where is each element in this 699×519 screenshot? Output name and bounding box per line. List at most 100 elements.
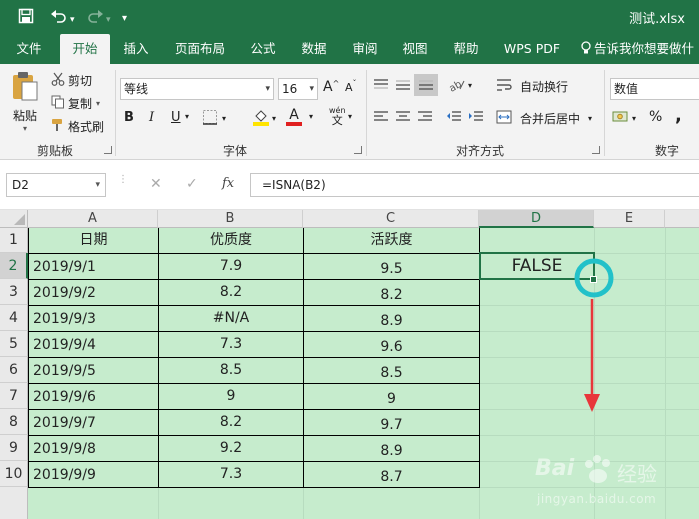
align-bottom-button[interactable] [414, 74, 438, 96]
alignment-launcher-icon[interactable] [592, 146, 600, 154]
redo-icon[interactable] [86, 8, 104, 28]
cancel-icon[interactable]: ✕ [150, 176, 162, 192]
cell-b4[interactable]: #N/A [159, 306, 303, 331]
merge-center-button[interactable]: 合并后居中 ▾ [496, 110, 592, 127]
cell-b8[interactable]: 8.2 [159, 410, 303, 435]
cut-button[interactable]: 剪切 [50, 72, 92, 89]
insert-function-icon[interactable]: fx [222, 176, 234, 191]
font-size-combo[interactable]: 16 ▾ [278, 78, 318, 100]
row-header-10[interactable]: 10 [0, 461, 28, 487]
cell-a2[interactable]: 2019/9/1 [29, 254, 158, 279]
cell-a8[interactable]: 2019/9/7 [29, 410, 158, 435]
tab-review[interactable]: 审阅 [344, 34, 386, 64]
row-header-1[interactable]: 1 [0, 228, 28, 253]
row-header-11[interactable] [0, 487, 28, 519]
font-color-button[interactable]: A [286, 108, 302, 126]
copy-button[interactable]: 复制 ▾ [50, 95, 100, 112]
cell-c9[interactable]: 8.9 [304, 436, 479, 461]
undo-icon[interactable] [50, 8, 68, 28]
cell-c6[interactable]: 8.5 [304, 358, 479, 383]
cell-a6[interactable]: 2019/9/5 [29, 358, 158, 383]
row-header-4[interactable]: 4 [0, 305, 28, 331]
cell-b5[interactable]: 7.3 [159, 332, 303, 357]
cell-b7[interactable]: 9 [159, 384, 303, 409]
select-all-corner[interactable] [0, 210, 28, 228]
row-header-2[interactable]: 2 [0, 253, 28, 279]
row-header-5[interactable]: 5 [0, 331, 28, 357]
tab-home[interactable]: 开始 [60, 34, 110, 64]
column-header-b[interactable]: B [158, 210, 303, 228]
align-middle-button[interactable] [395, 78, 411, 95]
column-header-a[interactable]: A [28, 210, 158, 228]
number-format-combo[interactable]: 数值 [610, 78, 699, 100]
row-header-7[interactable]: 7 [0, 383, 28, 409]
cell-b6[interactable]: 8.5 [159, 358, 303, 383]
cell-b2[interactable]: 7.9 [159, 254, 303, 279]
row-header-3[interactable]: 3 [0, 279, 28, 305]
cell-a7[interactable]: 2019/9/6 [29, 384, 158, 409]
cell-a4[interactable]: 2019/9/3 [29, 306, 158, 331]
accounting-format-button[interactable]: ▾ [612, 109, 636, 128]
formula-input[interactable]: =ISNA(B2) [250, 173, 699, 197]
cell-a9[interactable]: 2019/9/8 [29, 436, 158, 461]
align-center-button[interactable] [395, 110, 411, 127]
align-left-button[interactable] [373, 110, 389, 127]
tab-file[interactable]: 文件 [6, 34, 52, 64]
font-launcher-icon[interactable] [354, 146, 362, 154]
decrease-indent-button[interactable] [446, 110, 462, 127]
format-painter-button[interactable]: 格式刷 [50, 118, 104, 135]
grow-font-button[interactable]: A ^ [323, 79, 339, 96]
phonetic-dropdown-icon[interactable]: ▾ [348, 112, 352, 121]
cell-b10[interactable]: 7.3 [159, 462, 303, 487]
column-header-c[interactable]: C [303, 210, 479, 228]
align-top-button[interactable] [373, 78, 389, 95]
save-icon[interactable] [18, 8, 34, 28]
undo-dropdown-icon[interactable]: ▾ [70, 11, 75, 29]
tab-page-layout[interactable]: 页面布局 [167, 34, 233, 64]
tab-data[interactable]: 数据 [292, 34, 336, 64]
cell-a10[interactable]: 2019/9/9 [29, 462, 158, 487]
tab-help[interactable]: 帮助 [446, 34, 486, 64]
name-box[interactable]: D2 ▾ [6, 173, 106, 197]
font-name-combo[interactable]: 等线 ▾ [120, 78, 274, 100]
bold-button[interactable]: B [124, 110, 134, 125]
customize-qat-icon[interactable]: ▾ [122, 10, 127, 28]
row-header-8[interactable]: 8 [0, 409, 28, 435]
shrink-font-button[interactable]: Aˇ [345, 79, 357, 94]
cell-a5[interactable]: 2019/9/4 [29, 332, 158, 357]
cell-c4[interactable]: 8.9 [304, 306, 479, 331]
cell-c3[interactable]: 8.2 [304, 280, 479, 305]
tab-view[interactable]: 视图 [395, 34, 435, 64]
column-header-d[interactable]: D [479, 210, 594, 228]
worksheet-grid[interactable]: A B C D E 1 2 3 4 5 6 7 8 9 10 日期 优质度 活跃… [0, 210, 699, 519]
underline-dropdown-icon[interactable]: ▾ [185, 112, 189, 121]
wrap-text-button[interactable]: 自动换行 [496, 78, 568, 95]
clipboard-launcher-icon[interactable] [104, 146, 112, 154]
header-cell-quality[interactable]: 优质度 [159, 228, 303, 253]
comma-style-button[interactable]: , [675, 107, 682, 125]
cell-a3[interactable]: 2019/9/2 [29, 280, 158, 305]
cell-c7[interactable]: 9 [304, 384, 479, 409]
tab-formulas[interactable]: 公式 [243, 34, 283, 64]
paste-button[interactable]: 粘贴 ▾ [6, 70, 44, 134]
column-header-e[interactable]: E [594, 210, 665, 228]
tab-wps-pdf[interactable]: WPS PDF [498, 34, 566, 64]
enter-icon[interactable]: ✓ [186, 176, 198, 192]
row-header-6[interactable]: 6 [0, 357, 28, 383]
fill-color-button[interactable]: ▾ [252, 108, 276, 129]
header-cell-date[interactable]: 日期 [29, 228, 158, 253]
increase-indent-button[interactable] [468, 110, 484, 127]
percent-button[interactable]: % [649, 109, 662, 125]
row-header-9[interactable]: 9 [0, 435, 28, 461]
cell-b9[interactable]: 9.2 [159, 436, 303, 461]
phonetic-button[interactable]: wén 文 [329, 106, 346, 126]
borders-button[interactable]: ▾ [202, 109, 226, 128]
tab-insert[interactable]: 插入 [115, 34, 157, 64]
orientation-button[interactable]: ab ▾ [447, 76, 472, 95]
font-color-dropdown-icon[interactable]: ▾ [309, 112, 313, 121]
cell-c2[interactable]: 9.5 [304, 254, 479, 279]
redo-dropdown-icon[interactable]: ▾ [106, 11, 111, 29]
cell-c5[interactable]: 9.6 [304, 332, 479, 357]
underline-button[interactable]: U [171, 110, 181, 125]
column-header-f[interactable] [665, 210, 699, 228]
